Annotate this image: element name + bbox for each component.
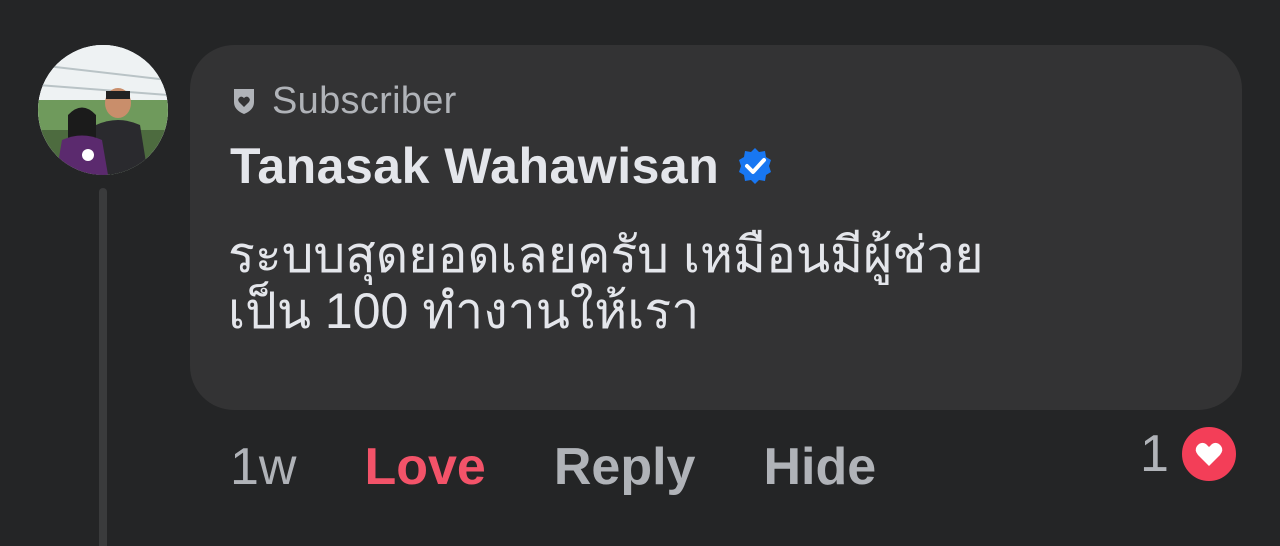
author-name[interactable]: Tanasak Wahawisan xyxy=(230,137,719,195)
subscriber-shield-icon xyxy=(230,85,258,117)
author-row: Tanasak Wahawisan xyxy=(230,137,775,195)
subscriber-badge: Subscriber xyxy=(230,80,457,122)
comment-text: ระบบสุดยอดเลยครับ เหมือนมีผู้ช่วย เป็น 1… xyxy=(228,227,984,339)
reaction-count: 1 xyxy=(1140,425,1169,483)
avatar-photo xyxy=(38,45,168,175)
reply-button[interactable]: Reply xyxy=(554,437,696,497)
comment-thread: Subscriber Tanasak Wahawisan ระบบสุดยอดเ… xyxy=(0,0,1280,546)
comment-actions: 1w Love Reply Hide xyxy=(230,432,876,502)
comment-timestamp[interactable]: 1w xyxy=(230,437,296,497)
comment-bubble: Subscriber Tanasak Wahawisan ระบบสุดยอดเ… xyxy=(190,45,1242,410)
avatar[interactable] xyxy=(38,45,168,175)
badge-label: Subscriber xyxy=(272,79,457,122)
heart-reaction-icon xyxy=(1178,424,1239,484)
verified-badge-icon xyxy=(735,146,775,186)
reaction-summary[interactable]: 1 xyxy=(1140,424,1239,484)
hide-button[interactable]: Hide xyxy=(763,437,876,497)
thread-line xyxy=(99,188,107,546)
love-button[interactable]: Love xyxy=(364,437,485,497)
